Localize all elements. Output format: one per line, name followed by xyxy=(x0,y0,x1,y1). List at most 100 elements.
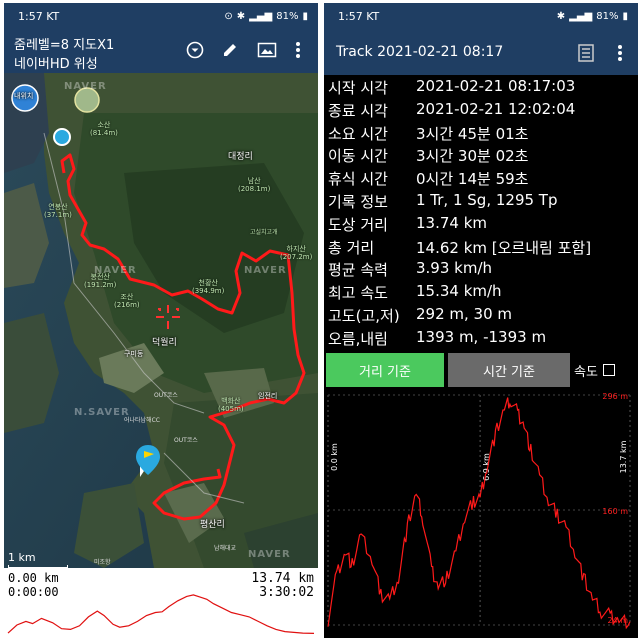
info-value: 3.93 km/h xyxy=(416,259,493,278)
town-label: 대정리 xyxy=(228,152,253,162)
info-row: 이동 시간 3시간 30분 02초 xyxy=(328,145,528,168)
info-row: 오름,내림 1393 m, -1393 m xyxy=(328,328,546,351)
info-row: 시작 시각 2021-02-21 08:17:03 xyxy=(328,77,575,100)
battery-text: 81% xyxy=(276,10,299,22)
speed-checkbox[interactable] xyxy=(602,364,615,376)
status-time: 1:57 KT xyxy=(338,9,380,23)
track-info-list: 시작 시각 2021-02-21 08:17:03 종료 시각 2021-02-21 … xyxy=(324,75,638,351)
signal-icon: ▂▄▆ xyxy=(249,10,273,22)
info-key: 총 거리 xyxy=(328,238,375,257)
battery-text: 81% xyxy=(596,10,619,22)
more-vert-icon[interactable] xyxy=(608,41,632,65)
track-app-bar: Track 2021-02-21 08:17 xyxy=(324,29,638,75)
info-row: 기록 정보 1 Tr, 1 Sg, 1295 Tp xyxy=(328,191,558,214)
peak-label: 연봉산 (37.1m) xyxy=(44,203,72,219)
peak-label: 천황산 (394.9m) xyxy=(192,279,225,295)
speed-label: 속도 xyxy=(574,364,598,380)
status-icons: ✱ ▂▄▆ 81% ▮ xyxy=(557,11,628,22)
place-label: 미조항 xyxy=(94,559,111,566)
pencil-icon[interactable] xyxy=(217,37,243,63)
peak-label: 조산 (216m) xyxy=(114,293,140,309)
info-key: 고도(고,저) xyxy=(328,307,400,325)
pass-label: 고실치고개 xyxy=(250,229,278,236)
info-key: 휴식 시간 xyxy=(328,170,388,189)
info-row: 종료 시각 2021-02-21 12:02:04 xyxy=(328,100,575,123)
profile-end-time: 3:30:02 xyxy=(259,585,314,600)
info-row: 고도(고,저) 292 m, 30 m xyxy=(328,305,512,328)
scale-label: 1 km xyxy=(8,551,36,564)
info-key: 종료 시각 xyxy=(328,101,388,120)
elevation-chart-svg: 0.0 km 6.9 km 13.7 km296 m160 m24 m xyxy=(327,392,631,630)
elevation-series-line xyxy=(327,397,631,630)
info-value: 1393 m, -1393 m xyxy=(416,327,547,346)
status-time: 1:57 KT xyxy=(18,9,60,23)
info-key: 기록 정보 xyxy=(328,193,388,211)
y-tick-label: 296 m xyxy=(602,392,628,401)
elevation-chart[interactable]: 0.0 km 6.9 km 13.7 km 296 m 160 m 24 m xyxy=(324,387,638,638)
peak-label: 남산 (208.1m) xyxy=(238,177,271,193)
left-phone-screen: 1:57 KT ⊙ ✱ ▂▄▆ 81% ▮ 줌레벨=8 지도X1 네이버HD 위… xyxy=(4,3,318,638)
tab-time-basis[interactable]: 시간 기준 xyxy=(448,353,570,387)
info-value: 14.62 km [오르내림 포함] xyxy=(416,238,592,257)
place-label: OUT코스 xyxy=(154,392,178,399)
y-tick-label: 160 m xyxy=(602,507,628,516)
info-key: 시작 시각 xyxy=(328,79,388,97)
x-tick-label: 0.0 km xyxy=(330,443,339,471)
info-row: 소요 시간 3시간 45분 01초 xyxy=(328,123,528,146)
status-icons: ⊙ ✱ ▂▄▆ 81% ▮ xyxy=(224,11,308,22)
speed-toggle[interactable]: 속도 xyxy=(574,353,615,387)
place-label: OUT코스 xyxy=(174,437,198,444)
map-type-label: 네이버HD 위성 xyxy=(14,57,98,72)
map-graphics xyxy=(4,73,318,568)
town-label: 덕월리 xyxy=(152,338,177,348)
brand-watermark: NAVER xyxy=(244,265,287,276)
info-row: 최고 속도 15.34 km/h xyxy=(328,282,502,305)
list-icon[interactable] xyxy=(574,41,598,65)
info-key: 최고 속도 xyxy=(328,284,388,303)
town-label: 임전리 xyxy=(258,392,278,400)
status-bar: 1:57 KT ⊙ ✱ ▂▄▆ 81% ▮ xyxy=(4,3,318,29)
brand-watermark: N.SAVER xyxy=(74,407,130,418)
map-layer-icon[interactable] xyxy=(254,37,280,63)
info-row: 도상 거리 13.74 km xyxy=(328,214,487,237)
info-value: 1 Tr, 1 Sg, 1295 Tp xyxy=(416,191,558,209)
x-tick-label: 13.7 km xyxy=(619,440,628,473)
elevation-profile-panel[interactable]: 0.00 km 0:00:00 13.74 km 3:30:02 xyxy=(4,568,318,638)
my-location-label[interactable]: 내위치 xyxy=(14,91,33,101)
info-value: 13.74 km xyxy=(416,213,488,232)
dropdown-circle-icon[interactable] xyxy=(182,37,208,63)
track-title: Track 2021-02-21 08:17 xyxy=(336,44,504,60)
peak-label: 소산 (81.4m) xyxy=(90,121,118,137)
profile-start-distance: 0.00 km xyxy=(8,571,59,585)
info-value: 15.34 km/h xyxy=(416,282,502,301)
brand-watermark: NAVER xyxy=(248,549,291,560)
bluetooth-icon: ✱ xyxy=(556,10,566,22)
brand-watermark: NAVER xyxy=(64,81,107,92)
status-bar: 1:57 KT ✱ ▂▄▆ 81% ▮ xyxy=(324,3,638,29)
chart-mode-tabs: 거리 기준 시간 기준 속도 xyxy=(324,351,638,387)
profile-end-distance: 13.74 km xyxy=(251,571,314,586)
peak-label: 백화산 (405m) xyxy=(218,397,244,413)
info-row: 휴식 시간 0시간 14분 59초 xyxy=(328,168,528,191)
place-label: 남해대교 xyxy=(214,545,237,552)
brand-watermark: NAVER xyxy=(94,265,137,276)
info-row: 총 거리 14.62 km [오르내림 포함] xyxy=(328,237,591,260)
info-key: 도상 거리 xyxy=(328,215,388,234)
info-value: 2021-02-21 08:17:03 xyxy=(416,77,576,95)
tab-distance-basis[interactable]: 거리 기준 xyxy=(326,353,444,387)
peak-label: 하지산 (207.2m) xyxy=(280,245,313,261)
info-key: 오름,내림 xyxy=(328,329,388,348)
info-value: 0시간 14분 59초 xyxy=(416,170,529,189)
more-vert-icon[interactable] xyxy=(285,37,311,63)
info-key: 소요 시간 xyxy=(328,124,388,143)
town-label: 평산리 xyxy=(200,520,225,530)
satellite-map[interactable]: 내위치 대정리 평산리 덕월리 구미동 임전리 남산 (208.1m) 소산 (… xyxy=(4,73,318,568)
info-row: 평균 속력 3.93 km/h xyxy=(328,259,492,282)
info-key: 평균 속력 xyxy=(328,261,388,280)
info-value: 2021-02-21 12:02:04 xyxy=(416,99,576,118)
map-app-bar: 줌레벨=8 지도X1 네이버HD 위성 xyxy=(4,29,318,73)
screenshot-frame: 1:57 KT ⊙ ✱ ▂▄▆ 81% ▮ 줌레벨=8 지도X1 네이버HD 위… xyxy=(0,0,640,641)
info-value: 3시간 45분 01초 xyxy=(416,124,529,143)
right-phone-screen: 1:57 KT ✱ ▂▄▆ 81% ▮ Track 2021-02-21 08:… xyxy=(324,3,638,638)
battery-icon: ▮ xyxy=(622,10,628,22)
